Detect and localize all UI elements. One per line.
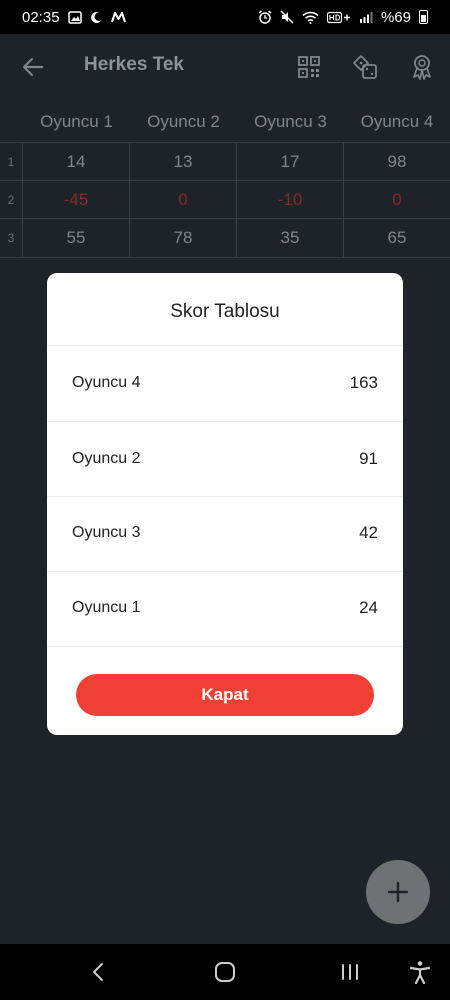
app-title: Herkes Tek <box>84 54 184 75</box>
score-cell[interactable]: 35 <box>237 219 344 257</box>
player-name: Oyuncu 3 <box>72 524 141 541</box>
row-index: 1 <box>0 143 23 181</box>
score-cell[interactable]: 65 <box>344 219 450 257</box>
score-cell[interactable]: 78 <box>130 219 237 257</box>
score-cell[interactable]: 98 <box>344 143 450 181</box>
signal-icon <box>359 11 373 23</box>
score-cell[interactable]: 14 <box>23 143 130 181</box>
alarm-icon <box>258 10 272 24</box>
status-bar-right: %69 <box>258 9 428 26</box>
close-button[interactable]: Kapat <box>76 674 374 716</box>
m-app-icon <box>110 11 126 23</box>
player-header[interactable]: Oyuncu 1 <box>23 110 130 140</box>
player-name: Oyuncu 2 <box>72 450 141 467</box>
nav-home-button[interactable] <box>209 956 241 988</box>
nav-recents-button[interactable] <box>334 956 366 988</box>
battery-text: %69 <box>380 8 411 26</box>
dice-button[interactable] <box>350 52 380 82</box>
list-item: Oyuncu 2 91 <box>47 422 403 497</box>
list-item: Oyuncu 1 24 <box>47 571 403 646</box>
score-cell[interactable]: 17 <box>237 143 344 181</box>
accessibility-icon <box>409 961 431 984</box>
player-headers: Oyuncu 1 Oyuncu 2 Oyuncu 3 Oyuncu 4 <box>0 110 450 140</box>
image-icon <box>67 10 82 24</box>
score-cell[interactable]: -45 <box>23 181 130 219</box>
moon-icon <box>90 11 103 24</box>
home-icon <box>215 962 235 982</box>
score-cell[interactable]: 0 <box>344 181 450 219</box>
row-index: 3 <box>0 219 23 257</box>
status-bar: 02:35 %69 <box>0 0 450 34</box>
player-name: Oyuncu 1 <box>72 599 141 616</box>
screen: 02:35 %69 Herkes Tek Oyuncu 1 Oyuncu 2 O… <box>0 0 450 1000</box>
dice-icon <box>353 55 377 79</box>
mute-icon <box>280 10 294 24</box>
list-item: Oyuncu 4 163 <box>47 346 403 421</box>
player-header[interactable]: Oyuncu 4 <box>344 110 450 140</box>
player-total: 91 <box>359 449 378 468</box>
dialog-title: Skor Tablosu <box>170 301 280 322</box>
divider <box>47 646 403 647</box>
back-arrow-icon <box>22 57 44 77</box>
qr-code-button[interactable] <box>294 52 324 82</box>
scoreboard-dialog: Skor Tablosu Oyuncu 4 163 Oyuncu 2 91 Oy… <box>47 273 403 735</box>
recents-icon <box>342 964 358 980</box>
add-round-button[interactable] <box>366 860 430 924</box>
accessibility-button[interactable] <box>404 956 436 988</box>
hd-signal-icon <box>326 11 351 24</box>
score-cell[interactable]: -10 <box>237 181 344 219</box>
player-total: 42 <box>359 523 378 542</box>
toolbar: Herkes Tek <box>0 34 450 98</box>
score-cell[interactable]: 55 <box>23 219 130 257</box>
table-row: 2 -45 0 -10 0 <box>0 180 450 219</box>
plus-icon <box>387 881 409 903</box>
player-header[interactable]: Oyuncu 3 <box>237 110 344 140</box>
award-icon <box>413 55 431 80</box>
list-item: Oyuncu 3 42 <box>47 496 403 571</box>
table-row: 3 55 78 35 65 <box>0 218 450 258</box>
score-cell[interactable]: 13 <box>130 143 237 181</box>
score-cell[interactable]: 0 <box>130 181 237 219</box>
player-total: 163 <box>349 373 378 392</box>
player-name: Oyuncu 4 <box>72 374 141 391</box>
table-row: 1 14 13 17 98 <box>0 142 450 181</box>
status-time: 02:35 <box>22 8 60 26</box>
award-button[interactable] <box>407 52 437 82</box>
back-button[interactable] <box>18 52 48 82</box>
chevron-left-icon <box>93 963 103 981</box>
status-bar-left: 02:35 <box>22 9 126 26</box>
player-header[interactable]: Oyuncu 2 <box>130 110 237 140</box>
navigation-bar <box>0 944 450 1000</box>
qr-code-icon <box>298 56 320 78</box>
nav-back-button[interactable] <box>82 956 114 988</box>
row-index: 2 <box>0 181 23 219</box>
wifi-icon <box>302 11 319 24</box>
battery-icon <box>419 10 428 24</box>
player-total: 24 <box>359 598 378 617</box>
